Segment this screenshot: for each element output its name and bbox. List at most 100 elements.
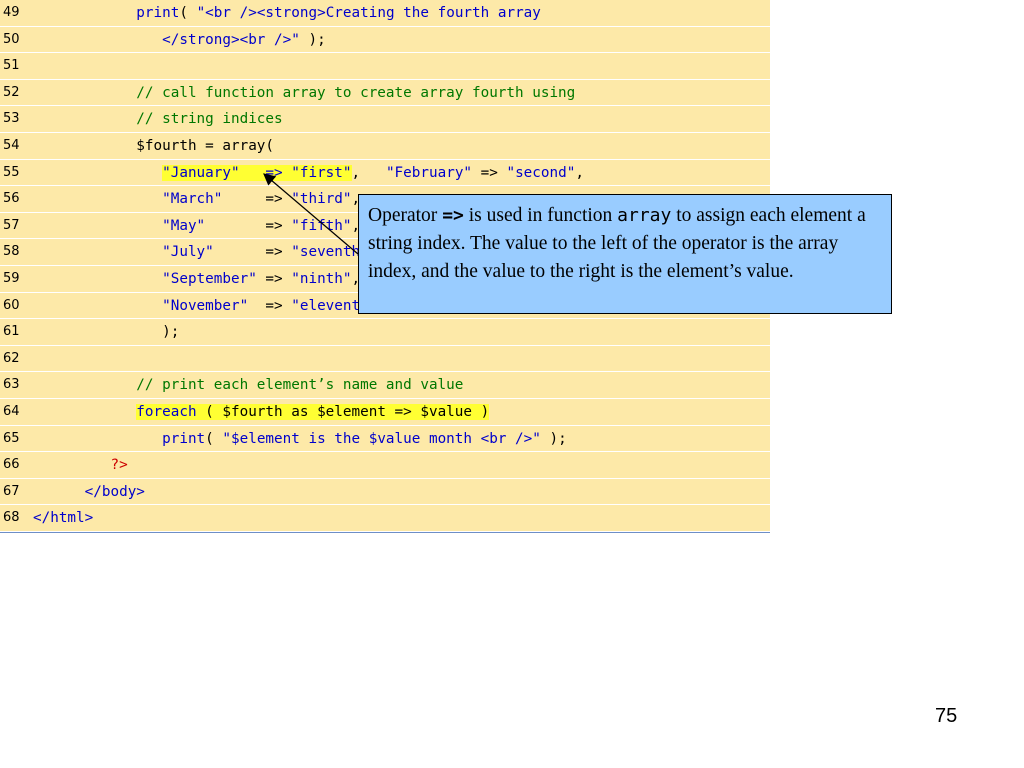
- code-token: =>: [205, 217, 292, 234]
- code-token: ,: [351, 164, 386, 181]
- code-line-64: 64 foreach ( $fourth as $element => $val…: [0, 399, 770, 426]
- code-token: ?>: [110, 457, 128, 474]
- code-token: ,: [575, 164, 584, 181]
- code-text: </html>: [33, 505, 93, 532]
- line-number: 62: [3, 350, 20, 366]
- code-token: "first": [291, 164, 352, 181]
- page-number: 75: [935, 705, 958, 727]
- line-number: 66: [3, 457, 20, 473]
- code-token: "May": [162, 217, 206, 234]
- line-number: 64: [3, 404, 20, 419]
- code-line-68: 68 </html>: [0, 505, 770, 532]
- line-number: 50: [3, 31, 20, 47]
- code-text: "May" => "fifth",: [33, 213, 360, 240]
- code-token: =>: [248, 297, 292, 314]
- code-token: );: [299, 31, 326, 48]
- code-token: =>: [256, 271, 292, 287]
- code-token: "ninth": [291, 271, 352, 287]
- code-text: "January" => "first", "February" => "sec…: [33, 160, 584, 187]
- callout-text: =>: [442, 205, 464, 226]
- code-token: =>: [222, 191, 292, 208]
- callout-text: Operator: [368, 205, 443, 226]
- code-line-65: 65 print( "$element is the $value month …: [0, 426, 770, 453]
- line-number: 53: [3, 111, 20, 127]
- line-number: 51: [3, 58, 20, 74]
- code-text: // string indices: [33, 106, 283, 133]
- code-text: print( "$element is the $value month <br…: [33, 426, 567, 453]
- code-token: =>: [472, 164, 507, 181]
- code-token: "third": [291, 191, 352, 208]
- code-token: (: [205, 430, 223, 447]
- code-text: "September" => "ninth",: [33, 266, 360, 293]
- line-number: 54: [3, 138, 20, 153]
- code-text: foreach ( $fourth as $element => $value …: [33, 399, 490, 426]
- code-text: );: [33, 319, 179, 346]
- code-line-66: 66 ?>: [0, 452, 770, 479]
- code-line-51: 51: [0, 53, 770, 80]
- code-token: "January" =>: [162, 164, 292, 181]
- callout-text: array: [617, 205, 672, 226]
- code-line-52: 52 // call function array to create arra…: [0, 80, 770, 107]
- callout-text: is used in function: [463, 205, 618, 226]
- code-line-54: 54 $fourth = array(: [0, 133, 770, 160]
- code-token: </body>: [84, 483, 145, 500]
- line-number: 55: [3, 164, 20, 180]
- code-text: ?>: [33, 452, 128, 479]
- line-number: 56: [3, 191, 20, 207]
- code-token: "February": [385, 164, 473, 181]
- code-token: </html>: [33, 510, 94, 527]
- line-number: 63: [3, 377, 20, 393]
- code-token: print: [136, 5, 180, 21]
- code-token: =>: [213, 244, 292, 261]
- code-token: $fourth = array(: [136, 138, 275, 154]
- code-token: <strong>: [256, 5, 326, 21]
- code-line-55: 55 "January" => "first", "February" => "…: [0, 160, 770, 187]
- code-token: "fifth": [291, 217, 352, 234]
- code-token: </strong><br />": [162, 31, 300, 48]
- code-token: (: [179, 5, 197, 21]
- code-token: "<br />: [196, 5, 257, 21]
- annotation-callout: Operator => is used in function array to…: [358, 194, 892, 314]
- code-token: "second": [506, 164, 576, 181]
- code-token: ( $fourth as $element => $value ): [196, 404, 490, 420]
- code-token: );: [162, 324, 180, 341]
- code-token: "$element is the $value month <br />": [222, 430, 541, 447]
- line-number: 65: [3, 430, 20, 446]
- code-token: "September": [162, 271, 257, 287]
- line-number: 59: [3, 271, 20, 286]
- line-number: 58: [3, 244, 20, 260]
- line-number: 49: [3, 5, 20, 20]
- code-text: print( "<br /><strong>Creating the fourt…: [33, 0, 541, 27]
- code-line-49: 49 print( "<br /><strong>Creating the fo…: [0, 0, 770, 27]
- code-token: foreach: [136, 404, 197, 420]
- code-text: </body>: [33, 479, 145, 506]
- code-token: Creating the fourth array: [325, 5, 541, 21]
- code-token: // call function array to create array f…: [136, 84, 576, 101]
- code-text: "March" => "third",: [33, 186, 360, 213]
- code-line-62: 62: [0, 346, 770, 373]
- code-token: // string indices: [136, 111, 283, 128]
- line-number: 52: [3, 84, 20, 100]
- code-line-53: 53 // string indices: [0, 106, 770, 133]
- code-text: </strong><br />" );: [33, 27, 326, 54]
- code-line-63: 63 // print each element’s name and valu…: [0, 372, 770, 399]
- code-token: print: [162, 430, 206, 447]
- code-text: // call function array to create array f…: [33, 80, 575, 107]
- code-text: "November" => "eleventh: [33, 293, 369, 320]
